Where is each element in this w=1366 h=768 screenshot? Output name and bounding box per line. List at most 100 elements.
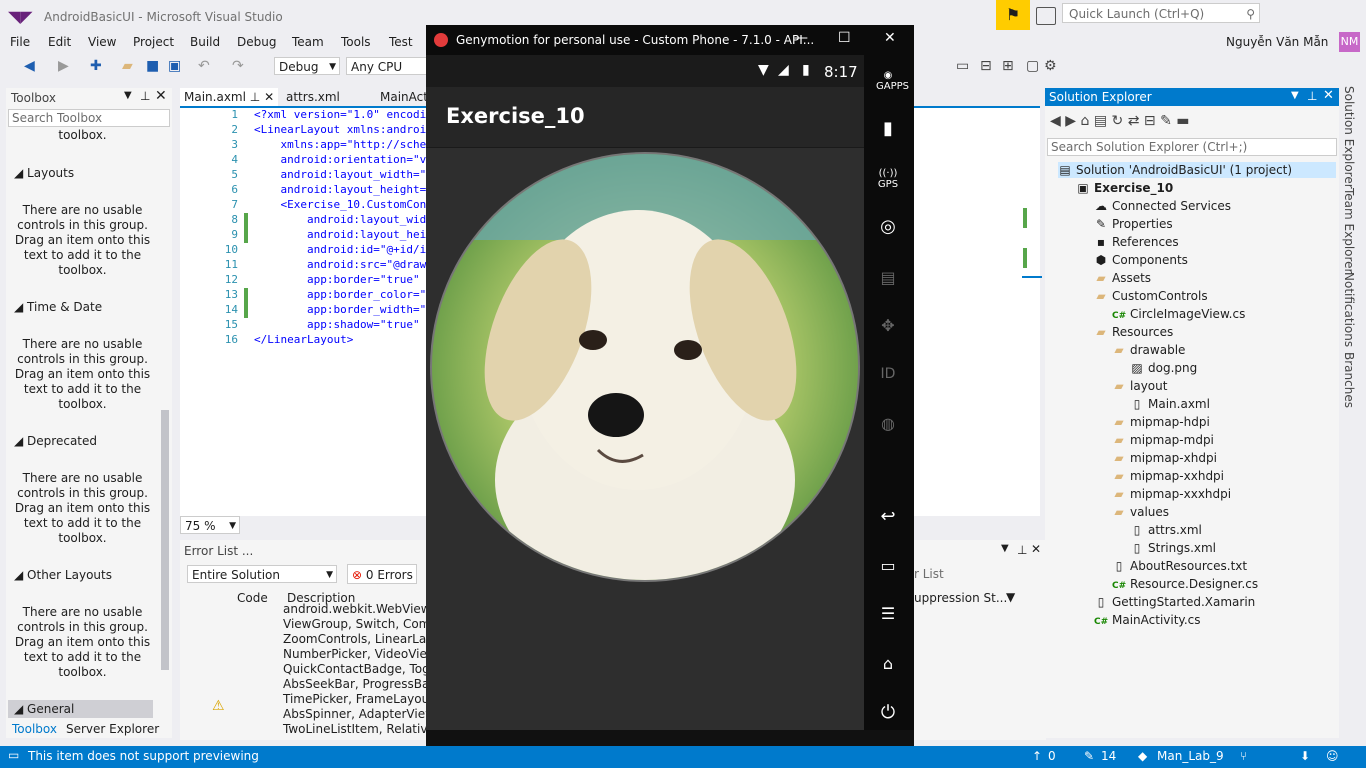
save-icon[interactable]: ■ (146, 58, 159, 74)
back-icon[interactable]: ◀ (1050, 113, 1061, 129)
tree-item[interactable]: ▰ CustomControls (1094, 288, 1207, 304)
toolbox-group-layouts[interactable]: ◢ Layouts (14, 166, 74, 180)
code-line[interactable]: app:border_color=" (254, 288, 426, 301)
camera-icon[interactable]: ◎ (876, 216, 900, 237)
tab-main-axml[interactable]: Main.axml ⊥ ✕ (180, 88, 279, 106)
vtab-solution-explorer[interactable]: Solution Explorer (1342, 86, 1356, 189)
code-line[interactable]: app:border_width=" (254, 303, 426, 316)
menu-debug[interactable]: Debug (237, 34, 276, 50)
recent-apps-icon[interactable]: ▭ (876, 556, 900, 575)
toolbar-extra-icon-3[interactable]: ⊞ (1002, 58, 1014, 74)
tree-item[interactable]: ▰ mipmap-xxxhdpi (1112, 486, 1231, 502)
close-icon[interactable]: ✕ (155, 88, 167, 104)
code-line[interactable]: </LinearLayout> (254, 333, 353, 346)
code-line[interactable]: android:layout_width=" (254, 168, 426, 181)
error-search-input[interactable]: r List (914, 567, 944, 581)
vtab-team-explorer[interactable]: Team Explorer (1342, 188, 1356, 274)
error-row[interactable]: ZoomControls, LinearLayou (283, 632, 448, 647)
tree-item[interactable]: ✎ Properties (1094, 216, 1173, 232)
tree-item[interactable]: ▰ mipmap-xxhdpi (1112, 468, 1224, 484)
code-line[interactable]: android:orientation="v (254, 153, 426, 166)
tree-item[interactable]: ▰ Resources (1094, 324, 1173, 340)
circle-image-view[interactable] (428, 150, 862, 584)
undo-icon[interactable]: ↶ (198, 58, 210, 74)
code-line[interactable]: android:layout_hei (254, 228, 426, 241)
wrench-icon[interactable]: ✎ (1160, 113, 1172, 129)
collapse-icon[interactable]: ⊟ (1144, 113, 1156, 129)
errors-filter-button[interactable]: ⊗ 0 Errors (347, 564, 417, 584)
pencil-icon[interactable]: ✎ (1084, 749, 1094, 763)
menu-view[interactable]: View (88, 34, 116, 50)
tree-item[interactable]: ▰ mipmap-mdpi (1112, 432, 1214, 448)
forward-icon[interactable]: ▶ (58, 58, 69, 74)
new-project-icon[interactable]: ✚ (90, 58, 102, 74)
close-icon[interactable]: ✕ (264, 90, 274, 104)
toolbox-group-other-layouts[interactable]: ◢ Other Layouts (14, 568, 112, 582)
filter-icon[interactable]: ▼ (1006, 590, 1015, 604)
repo-icon[interactable]: ◆ (1138, 749, 1147, 763)
maximize-icon[interactable]: ☐ (838, 30, 851, 46)
code-line[interactable]: <LinearLayout xmlns:androi (254, 123, 426, 136)
tree-item[interactable]: ⬢ Components (1094, 252, 1188, 268)
preview-icon[interactable]: ▬ (1176, 113, 1189, 129)
solution-search-input[interactable]: Search Solution Explorer (Ctrl+;) (1047, 138, 1337, 156)
platform-select[interactable]: Any CPU (346, 57, 428, 75)
tree-item[interactable]: ▰ layout (1112, 378, 1167, 394)
menu-edit[interactable]: Edit (48, 34, 71, 50)
vtab-notifications[interactable]: Notifications (1342, 272, 1356, 347)
tree-item[interactable]: C# MainActivity.cs (1094, 612, 1200, 630)
close-icon[interactable]: ✕ (1323, 88, 1334, 103)
vtab-branches[interactable]: Branches (1342, 352, 1356, 408)
code-line[interactable]: android:layout_wid (254, 213, 426, 226)
config-select[interactable]: Debug ▼ (274, 57, 340, 75)
menu-tools[interactable]: Tools (341, 34, 371, 50)
redo-icon[interactable]: ↷ (232, 58, 244, 74)
notification-flag-icon[interactable]: ⚑ (996, 0, 1030, 30)
error-row[interactable]: android.webkit.WebView, A (283, 602, 446, 617)
tree-item[interactable]: ▰ mipmap-hdpi (1112, 414, 1209, 430)
close-icon[interactable]: ✕ (1031, 542, 1041, 556)
sync-icon[interactable]: ⇄ (1128, 113, 1140, 129)
error-row[interactable]: ViewGroup, Switch, Compo (283, 617, 445, 632)
toolbar-extra-icon[interactable]: ▭ (956, 58, 969, 74)
error-row[interactable]: TwoLineListItem, RelativeLa (283, 722, 449, 737)
home-icon[interactable]: ⌂ (1080, 113, 1089, 129)
tree-item[interactable]: C# CircleImageView.cs (1112, 306, 1245, 324)
error-row[interactable]: QuickContactBadge, Toggl (283, 662, 441, 677)
menu-icon[interactable]: ☰ (876, 604, 900, 623)
tree-item[interactable]: ☁ Connected Services (1094, 198, 1231, 214)
minimize-icon[interactable]: — (794, 30, 808, 46)
home-nav-icon[interactable]: ⌂ (876, 654, 900, 673)
gps-icon[interactable]: ((·)) GPS (876, 168, 900, 190)
tree-item[interactable]: ▣ Exercise_10 (1076, 180, 1173, 196)
forward-icon[interactable]: ▶ (1065, 113, 1076, 129)
tree-item[interactable]: ▨ dog.png (1130, 360, 1197, 376)
settings-icon[interactable]: ⚙ (1044, 58, 1057, 74)
tree-item[interactable]: ▪ References (1094, 234, 1179, 250)
back-nav-icon[interactable]: ↩ (876, 506, 900, 527)
id-icon[interactable]: ID (876, 366, 900, 382)
toolbox-group-general[interactable]: ◢ General (8, 700, 153, 718)
menu-build[interactable]: Build (190, 34, 220, 50)
dropdown-icon[interactable]: ▼ (1001, 543, 1009, 554)
tab-server-explorer[interactable]: Server Explorer (66, 722, 159, 736)
column-suppression[interactable]: uppression St... (914, 591, 1007, 605)
feedback-icon[interactable] (1036, 7, 1056, 25)
dropdown-icon[interactable]: ▼ (124, 90, 132, 101)
face-icon[interactable]: ☺ (1326, 749, 1339, 763)
code-line[interactable]: xmlns:app="http://sche (254, 138, 426, 151)
code-line[interactable]: android:layout_height= (254, 183, 426, 196)
toolbox-search-input[interactable]: Search Toolbox (8, 109, 170, 127)
scroll-thumb[interactable] (161, 410, 169, 670)
code-line[interactable]: <?xml version="1.0" encodi (254, 108, 426, 121)
tab-toolbox[interactable]: Toolbox (12, 722, 57, 736)
media-icon[interactable]: ▤ (876, 268, 900, 287)
menu-file[interactable]: File (10, 34, 30, 50)
menu-project[interactable]: Project (133, 34, 174, 50)
tree-item[interactable]: ▯ attrs.xml (1130, 522, 1202, 538)
changes-count[interactable]: 14 (1101, 749, 1116, 763)
branch-name[interactable]: Man_Lab_9 (1157, 749, 1224, 763)
code-line[interactable]: android:id="@+id/i (254, 243, 426, 256)
pin-icon[interactable]: ⊥ (1307, 89, 1317, 103)
download-icon[interactable]: ⬇ (1300, 749, 1310, 763)
